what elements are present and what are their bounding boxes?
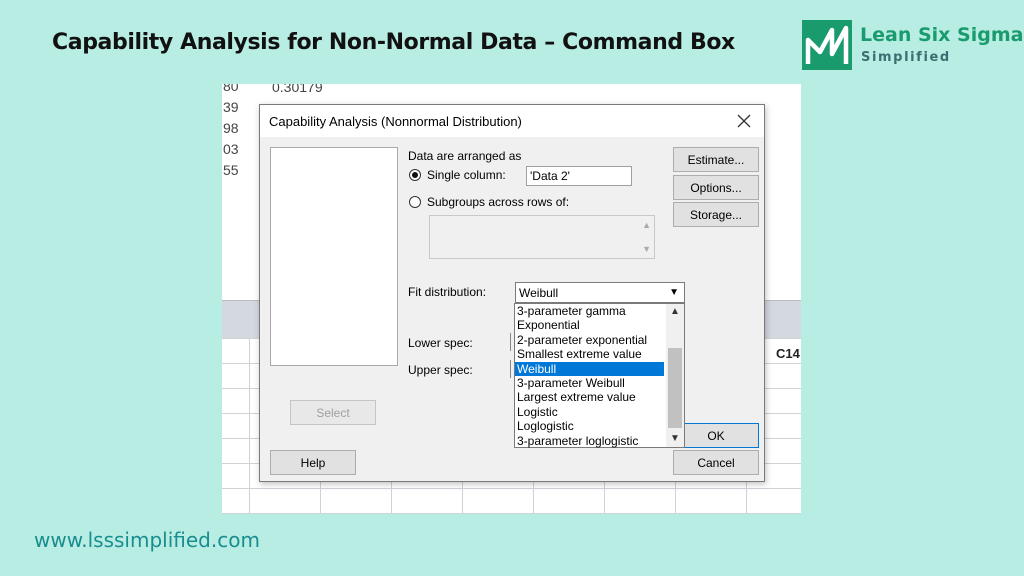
single-column-radio[interactable] [409, 169, 421, 181]
distribution-option[interactable]: Weibull [515, 361, 664, 376]
scrollbar-thumb[interactable] [668, 348, 682, 428]
dialog-titlebar: Capability Analysis (Nonnormal Distribut… [260, 105, 764, 137]
dropdown-scrollbar[interactable]: ▲ ▼ [666, 304, 684, 447]
single-column-label: Single column: [427, 168, 506, 182]
cancel-button[interactable]: Cancel [673, 450, 759, 475]
fit-distribution-label: Fit distribution: [408, 285, 487, 299]
estimate-button[interactable]: Estimate... [673, 147, 759, 172]
fit-distribution-value: Weibull [519, 286, 559, 300]
logo-mark-icon [802, 20, 852, 70]
upper-spec-label: Upper spec: [408, 363, 473, 377]
variable-list[interactable] [270, 147, 398, 366]
subgroups-label: Subgroups across rows of: [427, 195, 570, 209]
scroll-down-icon: ▼ [642, 244, 651, 254]
subgroups-field[interactable]: ▲ ▼ [429, 215, 655, 259]
scroll-up-icon: ▲ [642, 220, 651, 230]
logo-name: Lean Six Sigma [860, 24, 1024, 46]
distribution-option[interactable]: 3-parameter Weibull [515, 376, 664, 390]
distribution-option[interactable]: Largest extreme value [515, 390, 664, 404]
fit-distribution-select[interactable]: Weibull ▼ [515, 282, 685, 303]
select-button[interactable]: Select [290, 400, 376, 425]
logo-subtitle: Simplified [861, 50, 951, 65]
brand-logo: Lean Six Sigma Simplified [802, 20, 1023, 70]
subgroups-radio[interactable] [409, 196, 421, 208]
column-header-c14[interactable]: C14 [776, 346, 800, 361]
worksheet-cell: 80 [223, 84, 239, 94]
data-arranged-label: Data are arranged as [408, 149, 522, 163]
dialog-title: Capability Analysis (Nonnormal Distribut… [269, 114, 522, 129]
ok-button[interactable]: OK [673, 423, 759, 448]
worksheet-cell: 55 [223, 162, 239, 178]
worksheet-cell-value: 0.30179 [272, 84, 323, 95]
lower-spec-label: Lower spec: [408, 336, 473, 350]
distribution-option[interactable]: Smallest extreme value [515, 347, 664, 361]
capability-analysis-dialog: Capability Analysis (Nonnormal Distribut… [259, 104, 765, 482]
chevron-down-icon: ▼ [669, 287, 679, 298]
close-icon[interactable] [732, 110, 756, 132]
worksheet-cell: 03 [223, 141, 239, 157]
distribution-option[interactable]: 3-parameter gamma [515, 304, 664, 318]
website-url: www.lsssimplified.com [34, 528, 260, 552]
distribution-option[interactable]: 3-parameter loglogistic [515, 434, 664, 448]
distribution-option[interactable]: Logistic [515, 405, 664, 419]
worksheet-cell: 98 [223, 120, 239, 136]
help-button[interactable]: Help [270, 450, 356, 475]
scroll-up-icon[interactable]: ▲ [666, 304, 684, 320]
distribution-option[interactable]: Loglogistic [515, 419, 664, 433]
distribution-option[interactable]: 2-parameter exponential [515, 333, 664, 347]
worksheet-cell: 39 [223, 99, 239, 115]
options-button[interactable]: Options... [673, 175, 759, 200]
worksheet-row-fragments: 80 39 98 03 55 [222, 84, 262, 183]
single-column-field[interactable]: 'Data 2' [526, 166, 632, 186]
slide-title: Capability Analysis for Non-Normal Data … [52, 30, 735, 55]
distribution-dropdown-list[interactable]: 3-parameter gamma Exponential 2-parameter … [514, 303, 685, 448]
storage-button[interactable]: Storage... [673, 202, 759, 227]
scroll-down-icon[interactable]: ▼ [666, 431, 684, 447]
distribution-option[interactable]: Exponential [515, 318, 664, 332]
